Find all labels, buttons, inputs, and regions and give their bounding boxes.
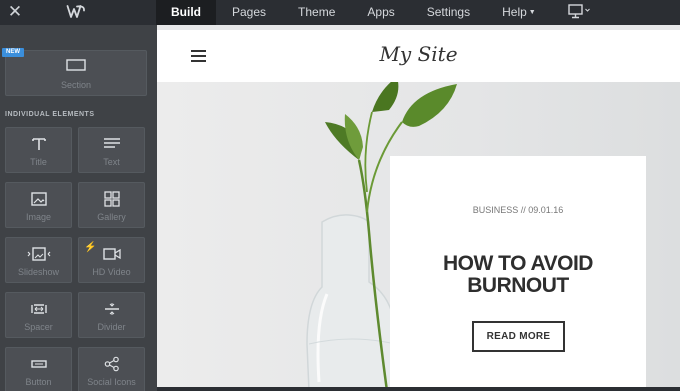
tab-build[interactable]: Build — [156, 0, 216, 25]
top-toolbar: ✕ Build Pages Theme Apps Settings Help ▼ — [0, 0, 680, 25]
tab-pages[interactable]: Pages — [216, 0, 282, 25]
share-icon — [79, 356, 144, 374]
element-slideshow[interactable]: Slideshow — [5, 237, 72, 283]
slideshow-icon — [6, 246, 71, 264]
title-icon — [6, 136, 71, 154]
group-heading: INDIVIDUAL ELEMENTS — [5, 111, 95, 118]
meta-separator: // — [520, 205, 526, 215]
elements-sidebar: Section NEW INDIVIDUAL ELEMENTS Title Te… — [0, 25, 157, 391]
weebly-logo-icon[interactable] — [66, 3, 86, 21]
element-label: Text — [103, 157, 120, 167]
desktop-preview-icon[interactable] — [567, 3, 593, 21]
element-hd-video[interactable]: ⚡ HD Video — [78, 237, 145, 283]
element-label: Title — [30, 157, 47, 167]
element-label: Image — [25, 212, 51, 222]
element-title[interactable]: Title — [5, 127, 72, 173]
element-button[interactable]: Button — [5, 347, 72, 391]
element-label: Button — [25, 377, 52, 387]
headline-line-1: HOW TO AVOID — [443, 252, 593, 275]
spacer-icon — [6, 301, 71, 319]
element-label: Spacer — [24, 322, 53, 332]
section-icon — [6, 58, 146, 76]
element-label: Slideshow — [17, 267, 60, 277]
post-headline[interactable]: HOW TO AVOID BURNOUT — [390, 253, 646, 297]
element-image[interactable]: Image — [5, 182, 72, 228]
canvas-bottom-edge — [157, 387, 680, 391]
gallery-icon — [79, 191, 144, 209]
element-divider[interactable]: Divider — [78, 292, 145, 338]
new-badge: NEW — [2, 48, 24, 57]
text-icon — [79, 136, 144, 154]
element-gallery[interactable]: Gallery — [78, 182, 145, 228]
element-label: Divider — [97, 322, 126, 332]
site-title[interactable]: My Site — [157, 42, 680, 66]
element-label: HD Video — [92, 267, 131, 277]
headline-line-2: BURNOUT — [467, 274, 569, 297]
post-date: 09.01.16 — [528, 205, 564, 215]
button-icon — [6, 356, 71, 374]
element-label: Gallery — [97, 212, 126, 222]
tab-help[interactable]: Help ▼ — [486, 0, 552, 25]
tab-settings[interactable]: Settings — [411, 0, 486, 25]
element-text[interactable]: Text — [78, 127, 145, 173]
divider-icon — [79, 301, 144, 319]
element-label: Social Icons — [87, 377, 136, 387]
tab-theme[interactable]: Theme — [282, 0, 351, 25]
image-icon — [6, 191, 71, 209]
element-spacer[interactable]: Spacer — [5, 292, 72, 338]
post-category[interactable]: BUSINESS — [473, 205, 519, 215]
close-icon[interactable]: ✕ — [6, 3, 24, 21]
read-more-button[interactable]: READ MORE — [472, 321, 565, 352]
site-canvas: My Site BUSINESS // 09.01.16 HOW TO AVOI… — [157, 25, 680, 391]
hero-banner[interactable]: BUSINESS // 09.01.16 HOW TO AVOID BURNOU… — [157, 82, 680, 391]
section-element[interactable]: Section — [5, 50, 147, 96]
tab-apps[interactable]: Apps — [351, 0, 410, 25]
main-nav: Build Pages Theme Apps Settings Help ▼ — [156, 0, 552, 25]
video-icon — [79, 246, 144, 264]
blog-post-card[interactable]: BUSINESS // 09.01.16 HOW TO AVOID BURNOU… — [390, 156, 646, 388]
chevron-down-icon: ▼ — [528, 9, 536, 16]
tab-help-label: Help — [502, 5, 527, 19]
post-meta: BUSINESS // 09.01.16 — [390, 205, 646, 215]
element-social-icons[interactable]: Social Icons — [78, 347, 145, 391]
site-header[interactable]: My Site — [157, 30, 680, 82]
section-label: Section — [60, 80, 92, 90]
